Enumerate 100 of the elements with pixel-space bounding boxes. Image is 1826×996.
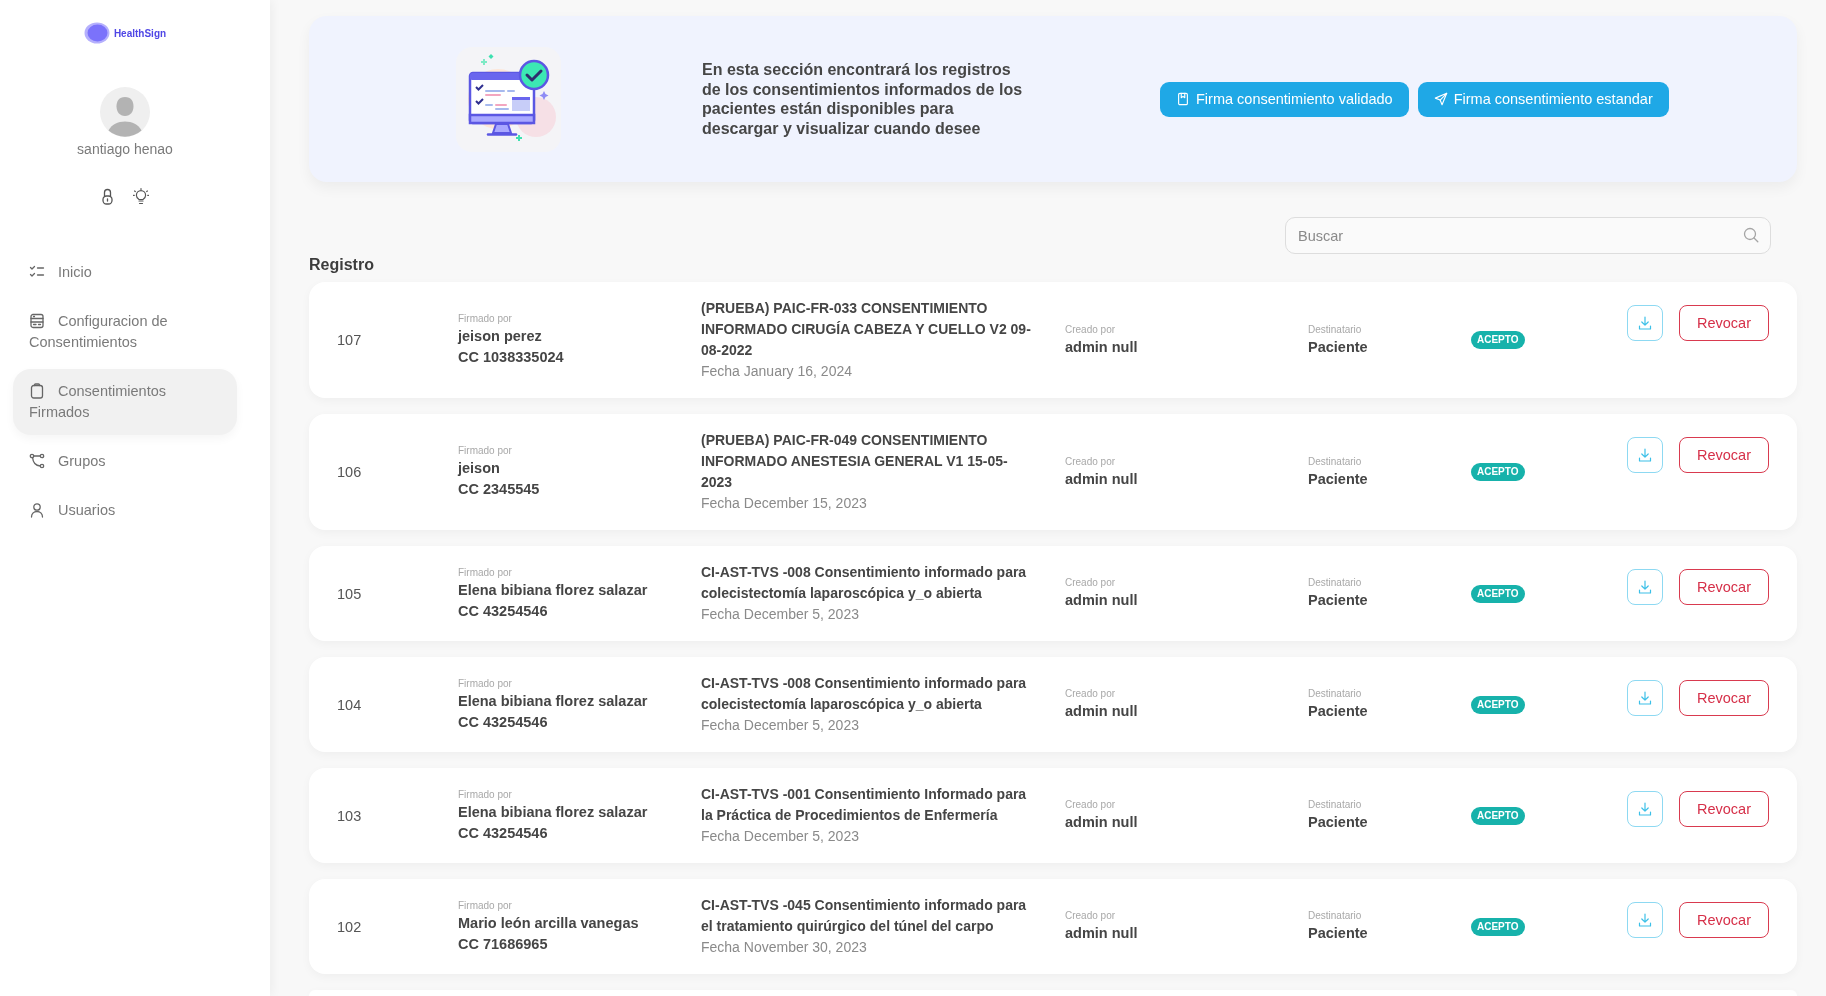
document-title: (PRUEBA) PAIC-FR-033 CONSENTIMIENTO INFORMADO CIRUGÍA CABEZA Y CUELLO V2 09-08-2022 [701,299,1032,360]
download-icon [1637,447,1653,463]
download-button[interactable] [1627,680,1663,716]
recipient-label: Destinatario [1308,322,1362,337]
download-icon [1637,315,1653,331]
recipient-name: Paciente [1308,337,1368,357]
branch-icon [29,453,45,469]
user-name: santiago henao [77,140,173,159]
record-number: 107 [337,332,363,348]
search-field[interactable]: Buscar [1285,217,1771,254]
sidebar-menu-item[interactable]: Grupos [13,439,237,484]
status-badge: ACEPTO [1471,463,1525,481]
recipient-name: Paciente [1308,702,1368,721]
lock-icon[interactable] [101,188,113,205]
record-number: 106 [337,464,363,480]
record-number: 102 [337,918,363,935]
download-icon [1637,912,1653,928]
signed-by-label: Firmado por [458,898,512,913]
revoke-button[interactable]: Revocar [1679,902,1769,938]
status-badge: ACEPTO [1471,917,1525,936]
revoke-button[interactable]: Revocar [1679,680,1769,716]
signed-date: Fecha January 16, 2024 [701,362,852,381]
download-button[interactable] [1627,569,1663,605]
status-badge: ACEPTO [1471,584,1525,603]
download-icon [1637,801,1653,817]
signed-by-label: Firmado por [458,676,512,691]
document-title: CI-AST-TVS -008 Consentimiento informado para colecistectomía laparoscópica y_o abierta [701,674,1028,714]
revoke-button[interactable]: Revocar [1679,437,1769,473]
signer-name: Elena bibiana florez salazar [458,580,648,600]
form-icon [29,313,45,329]
signer-id: CC 2345545 [458,480,540,499]
document-title: CI-AST-TVS -045 Consentimiento informado para el tratamiento quirúrgico del túnel del carpo [701,896,1028,936]
sidebar-menu-item[interactable]: Usuarios [13,488,237,533]
signer-id: CC 43254546 [458,712,548,732]
signer-name: jeison perez [458,327,542,346]
signer-id: CC 1038335024 [458,348,564,367]
signer-name: Mario león arcilla vanegas [458,913,639,933]
signed-date: Fecha December 5, 2023 [701,605,859,624]
download-button[interactable] [1627,791,1663,827]
created-by-label: Creado por [1065,798,1116,812]
creator-name: admin null [1065,702,1138,721]
logo-icon [83,22,110,44]
created-by-label: Creado por [1065,687,1116,701]
recipient-label: Destinatario [1308,454,1362,469]
signed-by-label: Firmado por [458,787,512,802]
creator-name: admin null [1065,813,1138,832]
download-icon [1637,579,1653,595]
signer-name: Elena bibiana florez salazar [458,691,648,711]
status-badge: ACEPTO [1471,331,1525,349]
download-button[interactable] [1627,437,1663,473]
recipient-name: Paciente [1308,813,1368,832]
signer-id: CC 71686965 [458,934,548,954]
revoke-button[interactable]: Revocar [1679,569,1769,605]
download-icon [1637,690,1653,706]
sign-consent-button[interactable]: Firma consentimiento validado [1160,81,1409,117]
sidebar-menu-item[interactable]: Consentimientos Firmados [13,369,237,435]
signed-date: Fecha December 5, 2023 [701,716,859,735]
creator-name: admin null [1065,337,1138,357]
recipient-label: Destinatario [1308,576,1362,590]
signer-id: CC 43254546 [458,601,548,621]
download-button[interactable] [1627,902,1663,938]
status-badge: ACEPTO [1471,695,1525,714]
record-number: 105 [337,585,363,602]
user-icon [29,502,45,518]
created-by-label: Creado por [1065,322,1116,337]
signed-date: Fecha December 15, 2023 [701,494,867,513]
signed-by-label: Firmado por [458,444,512,458]
lightbulb-icon[interactable] [132,188,149,205]
created-by-label: Creado por [1065,454,1116,469]
document-title: CI-AST-TVS -001 Consentimiento Informado para la Práctica de Procedimientos de Enfermería [701,785,1028,825]
section-title: Registro [309,256,375,274]
revoke-button[interactable]: Revocar [1679,791,1769,827]
signer-id: CC 43254546 [458,823,548,843]
signed-date: Fecha November 30, 2023 [701,938,867,957]
download-button[interactable] [1627,305,1663,341]
paper-plane-icon [1433,92,1448,106]
signer-name: jeison [458,459,500,478]
recipient-name: Paciente [1308,591,1368,610]
bookmark-icon [1176,92,1190,106]
recipient-name: Paciente [1308,924,1368,943]
created-by-label: Creado por [1065,576,1116,590]
clipboard-icon [29,383,45,399]
creator-name: admin null [1065,591,1138,610]
sign-consent-button[interactable]: Firma consentimiento estandar [1417,81,1669,117]
brand-name: HealthSign [113,27,167,39]
sidebar-menu-item[interactable]: Inicio [13,250,237,295]
record-number: 104 [337,696,363,713]
sidebar-menu-item[interactable]: Configuracion de Consentimientos [13,299,237,365]
creator-name: admin null [1065,469,1138,489]
document-title: (PRUEBA) PAIC-FR-049 CONSENTIMIENTO INFORMADO ANESTESIA GENERAL V1 15-05-2023 [701,431,1009,492]
banner-description: En esta sección encontrará los registros de los consentimientos informados de los pacientes están disponibles para descargar y visualizar cuando desee [702,60,1024,138]
recipient-name: Paciente [1308,469,1368,489]
record-number: 103 [337,807,363,824]
revoke-button[interactable]: Revocar [1679,305,1769,341]
created-by-label: Creado por [1065,909,1116,923]
document-title: CI-AST-TVS -008 Consentimiento informado para colecistectomía laparoscópica y_o abierta [701,563,1028,603]
creator-name: admin null [1065,924,1138,943]
status-badge: ACEPTO [1471,806,1525,825]
signed-by-label: Firmado por [458,565,512,580]
recipient-label: Destinatario [1308,687,1362,701]
